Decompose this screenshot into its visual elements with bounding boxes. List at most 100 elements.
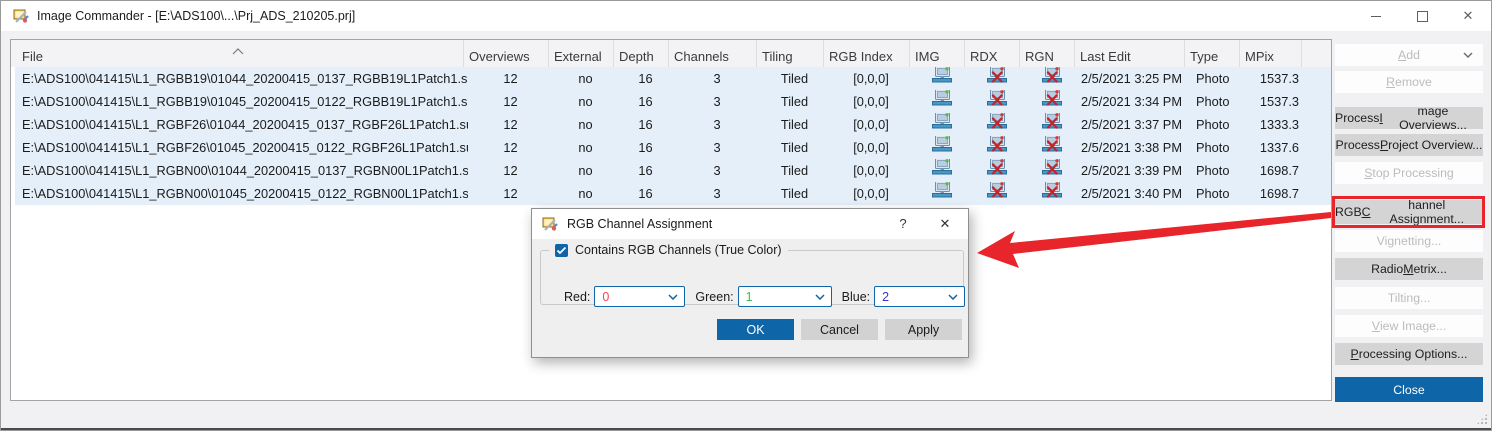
cell-file: E:\ADS100\041415\L1_RGBB19\01044_2020041… [15, 67, 468, 90]
help-button[interactable]: ? [888, 209, 918, 239]
cell-external: no [553, 159, 618, 182]
app-icon [13, 8, 29, 24]
column-header-label: Type [1190, 49, 1218, 64]
dialog-close-button[interactable]: ✕ [930, 209, 960, 239]
cell-img [914, 182, 969, 205]
network-computer-ok-icon [932, 159, 952, 182]
groupbox-label: Contains RGB Channels (True Color) [575, 243, 782, 257]
cell-external: no [553, 113, 618, 136]
cell-file: E:\ADS100\041415\L1_RGBF26\01044_2020041… [15, 113, 468, 136]
apply-button[interactable]: Apply [885, 319, 962, 340]
window-bottom-edge [1, 428, 1491, 430]
title-bar[interactable]: Image Commander - [E:\ADS100\...\Prj_ADS… [1, 1, 1491, 31]
cell-mpix: 1537.3 [1244, 90, 1306, 113]
column-header-rgb_index[interactable]: RGB Index [824, 40, 910, 67]
column-header-label: Channels [674, 49, 729, 64]
column-header-channels[interactable]: Channels [669, 40, 757, 67]
network-computer-x-icon [1042, 113, 1062, 136]
column-header-mpix[interactable]: MPix [1240, 40, 1302, 67]
cell-overviews: 12 [468, 113, 553, 136]
network-computer-x-icon [987, 90, 1007, 113]
network-computer-x-icon [987, 113, 1007, 136]
cell-depth: 16 [618, 182, 673, 205]
cell-depth: 16 [618, 159, 673, 182]
cell-rgb_index: [0,0,0] [828, 67, 914, 90]
table-row[interactable]: E:\ADS100\041415\L1_RGBB19\01044_2020041… [15, 67, 1331, 90]
cell-channels: 3 [673, 182, 761, 205]
cell-rgb_index: [0,0,0] [828, 136, 914, 159]
dialog-title-bar[interactable]: RGB Channel Assignment ? ✕ [532, 209, 968, 239]
cell-tiling: Tiled [761, 136, 828, 159]
cell-mpix: 1698.7 [1244, 182, 1306, 205]
process-image-overviews-button[interactable]: Process Image Overviews... [1335, 107, 1483, 129]
process-project-overview-button[interactable]: Process Project Overview... [1335, 134, 1483, 156]
cell-type: Photo [1189, 159, 1244, 182]
column-header-depth[interactable]: Depth [614, 40, 669, 67]
cell-type: Photo [1189, 90, 1244, 113]
window-title: Image Commander - [E:\ADS100\...\Prj_ADS… [37, 9, 355, 23]
chevron-down-icon [1463, 52, 1473, 58]
blue-channel-select[interactable]: 2 [874, 286, 965, 307]
green-channel-select[interactable]: 1 [738, 286, 832, 307]
red-channel-select[interactable]: 0 [594, 286, 685, 307]
cell-channels: 3 [673, 136, 761, 159]
stop-processing-button: Stop Processing [1335, 162, 1483, 184]
cell-file: E:\ADS100\041415\L1_RGBF26\01045_2020041… [15, 136, 468, 159]
cancel-button[interactable]: Cancel [801, 319, 878, 340]
checkmark-icon [556, 246, 567, 255]
cell-last_edit: 2/5/2021 3:38 PM [1079, 136, 1189, 159]
table-row[interactable]: E:\ADS100\041415\L1_RGBB19\01045_2020041… [15, 90, 1331, 113]
column-header-img[interactable]: IMG [910, 40, 965, 67]
column-header-last_edit[interactable]: Last Edit [1075, 40, 1185, 67]
red-channel-label: Red: [564, 290, 590, 304]
table-row[interactable]: E:\ADS100\041415\L1_RGBF26\01044_2020041… [15, 113, 1331, 136]
cell-rdx [969, 113, 1024, 136]
chevron-down-icon [668, 294, 678, 300]
network-computer-x-icon [1042, 67, 1062, 90]
ok-button[interactable]: OK [717, 319, 794, 340]
network-computer-ok-icon [932, 113, 952, 136]
contains-rgb-checkbox[interactable] [555, 244, 568, 257]
processing-options-button[interactable]: Processing Options... [1335, 343, 1483, 365]
table-row[interactable]: E:\ADS100\041415\L1_RGBF26\01045_2020041… [15, 136, 1331, 159]
column-header-type[interactable]: Type [1185, 40, 1240, 67]
column-header-rdx[interactable]: RDX [965, 40, 1020, 67]
column-header-tiling[interactable]: Tiling [757, 40, 824, 67]
cell-img [914, 159, 969, 182]
radiometrix-button[interactable]: RadioMetrix... [1335, 258, 1483, 280]
network-computer-ok-icon [932, 90, 952, 113]
table-row[interactable]: E:\ADS100\041415\L1_RGBN00\01044_2020041… [15, 159, 1331, 182]
cell-channels: 3 [673, 113, 761, 136]
column-header-label: RGN [1025, 49, 1054, 64]
cell-depth: 16 [618, 67, 673, 90]
network-computer-x-icon [987, 182, 1007, 205]
dialog-button-row: OK Cancel Apply [717, 319, 962, 340]
cell-overviews: 12 [468, 136, 553, 159]
view-image-button: View Image... [1335, 315, 1483, 337]
blue-channel-value: 2 [875, 290, 889, 304]
cell-external: no [553, 67, 618, 90]
cell-tiling: Tiled [761, 67, 828, 90]
network-computer-ok-icon [932, 67, 952, 90]
column-header-external[interactable]: External [549, 40, 614, 67]
cell-tiling: Tiled [761, 182, 828, 205]
column-header-overviews[interactable]: Overviews [464, 40, 549, 67]
column-header-label: IMG [915, 49, 940, 64]
network-computer-x-icon [1042, 90, 1062, 113]
cell-depth: 16 [618, 90, 673, 113]
cell-file: E:\ADS100\041415\L1_RGBB19\01045_2020041… [15, 90, 468, 113]
network-computer-x-icon [987, 159, 1007, 182]
table-row[interactable]: E:\ADS100\041415\L1_RGBN00\01045_2020041… [15, 182, 1331, 205]
rgb-channel-assignment-button[interactable]: RGB Channel Assignment... [1335, 200, 1483, 224]
cell-external: no [553, 182, 618, 205]
cell-rdx [969, 136, 1024, 159]
column-header-label: RDX [970, 49, 997, 64]
sort-ascending-icon [232, 42, 244, 49]
column-header-rgn[interactable]: RGN [1020, 40, 1075, 67]
cell-rgn [1024, 182, 1079, 205]
app-icon [542, 216, 558, 232]
table-header: FileOverviewsExternalDepthChannelsTiling… [11, 40, 1331, 67]
cell-rgb_index: [0,0,0] [828, 159, 914, 182]
column-header-label: Overviews [469, 49, 530, 64]
close-button[interactable]: Close [1335, 377, 1483, 402]
